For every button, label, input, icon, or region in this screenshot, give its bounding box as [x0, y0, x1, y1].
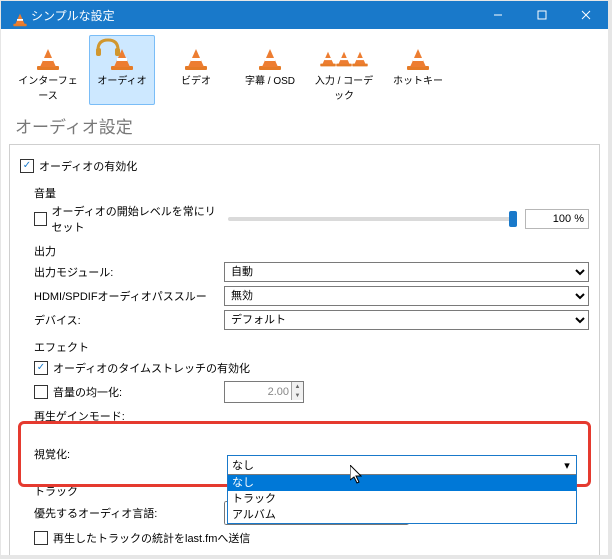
tab-subtitles[interactable]: 字幕 / OSD — [237, 35, 303, 105]
lastfm-checkbox[interactable]: 再生したトラックの統計をlast.fmへ送信 — [34, 530, 250, 546]
output-module-label: 出力モジュール: — [34, 264, 224, 280]
tab-hotkeys[interactable]: ホットキー — [385, 35, 451, 105]
pref-lang-label: 優先するオーディオ言語: — [34, 505, 224, 521]
vlc-cone-icon — [9, 7, 25, 23]
replay-gain-label: 再生ゲインモード: — [34, 408, 224, 424]
category-tabs: インターフェース オーディオ ビデオ 字幕 / OSD 入力 / コーデック — [9, 29, 600, 109]
minimize-button[interactable] — [476, 1, 520, 29]
chevron-down-icon: ▼ — [291, 391, 303, 400]
headphones-icon — [94, 36, 122, 58]
settings-panel: オーディオの有効化 音量 オーディオの開始レベルを常にリセット 100 % 出力… — [9, 144, 600, 559]
chevron-down-icon: ▾ — [560, 458, 574, 472]
spdif-label: HDMI/SPDIFオーディオパススルー — [34, 288, 224, 304]
window-title: シンプルな設定 — [31, 7, 476, 24]
spdif-combo[interactable]: 無効 — [224, 286, 589, 306]
device-label: デバイス: — [34, 312, 224, 328]
tab-video[interactable]: ビデオ — [163, 35, 229, 105]
page-title: オーディオ設定 — [9, 109, 600, 144]
replay-gain-combo[interactable]: なし▾ なし トラック アルバム — [227, 455, 577, 524]
combo-option[interactable]: なし — [228, 475, 576, 491]
maximize-button[interactable] — [520, 1, 564, 29]
normalize-spinner[interactable]: ▲▼ — [224, 381, 304, 403]
enable-audio-checkbox[interactable]: オーディオの有効化 — [20, 158, 137, 174]
combo-option[interactable]: トラック — [228, 491, 576, 507]
tab-audio[interactable]: オーディオ — [89, 35, 155, 105]
titlebar: シンプルな設定 — [1, 1, 608, 29]
volume-header: 音量 — [20, 185, 589, 201]
normalize-checkbox[interactable]: 音量の均一化: — [34, 384, 224, 400]
close-button[interactable] — [564, 1, 608, 29]
effects-header: エフェクト — [20, 339, 589, 355]
chevron-up-icon: ▲ — [291, 382, 303, 391]
output-header: 出力 — [20, 243, 589, 259]
combo-option[interactable]: アルバム — [228, 507, 576, 523]
volume-value: 100 % — [525, 209, 589, 229]
output-module-combo[interactable]: 自動 — [224, 262, 589, 282]
tab-input-codecs[interactable]: 入力 / コーデック — [311, 35, 377, 105]
preferences-window: シンプルな設定 インターフェース オーディオ ビデオ 字幕 / OSD — [0, 0, 612, 559]
device-combo[interactable]: デフォルト — [224, 310, 589, 330]
visualization-label: 視覚化: — [34, 446, 224, 462]
tab-interface[interactable]: インターフェース — [15, 35, 81, 105]
timestretch-checkbox[interactable]: オーディオのタイムストレッチの有効化 — [34, 360, 250, 376]
reset-level-checkbox[interactable]: オーディオの開始レベルを常にリセット — [34, 203, 224, 235]
volume-slider[interactable] — [228, 217, 513, 221]
